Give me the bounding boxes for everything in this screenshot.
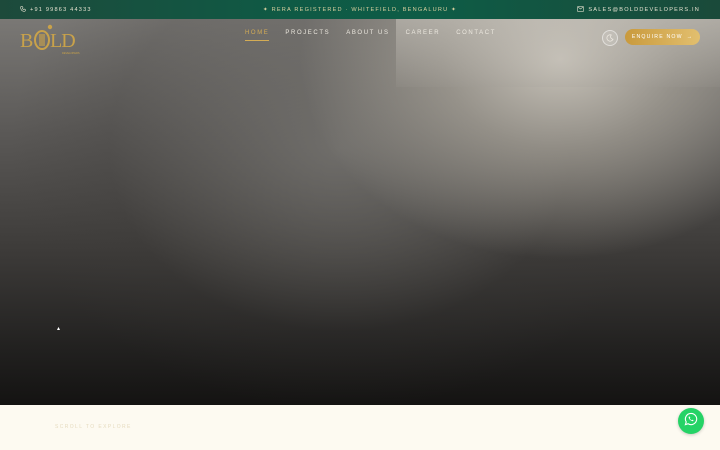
svg-text:B: B <box>20 30 33 52</box>
arrow-right-icon: → <box>686 34 694 40</box>
logo-subtext: DEVELOPERS <box>62 51 80 55</box>
enquire-label: ENQUIRE NOW <box>631 34 683 40</box>
theme-toggle-button[interactable] <box>602 30 618 46</box>
svg-text:LD: LD <box>50 30 75 52</box>
top-info-bar: +91 99863 44333 ✦ RERA REGISTERED · WHIT… <box>0 0 720 19</box>
nav-projects[interactable]: PROJECTS <box>285 30 330 41</box>
whatsapp-icon <box>684 412 698 431</box>
nav-home[interactable]: HOME <box>245 30 270 41</box>
rera-text: ✦ RERA REGISTERED · WHITEFIELD, BENGALUR… <box>263 6 457 13</box>
caret-up-icon: ▴ <box>57 326 61 332</box>
brand-logo[interactable]: B LD DEVELOPERS <box>20 22 90 56</box>
moon-icon <box>606 29 614 47</box>
enquire-now-button[interactable]: ENQUIRE NOW → <box>625 29 700 45</box>
whatsapp-button[interactable] <box>678 408 704 434</box>
scroll-to-explore-label: SCROLL TO EXPLORE <box>55 424 132 430</box>
mail-icon <box>577 5 585 14</box>
nav-contact[interactable]: CONTACT <box>456 30 496 41</box>
nav-about-us[interactable]: ABOUT US <box>346 30 389 41</box>
topbar-email[interactable]: SALES@BOLDDEVELOPERS.IN <box>577 0 700 19</box>
nav-career[interactable]: CAREER <box>406 30 441 41</box>
main-nav: HOME PROJECTS ABOUT US CAREER CONTACT <box>245 30 496 41</box>
hero-section <box>0 19 720 405</box>
email-address: SALES@BOLDDEVELOPERS.IN <box>588 6 700 13</box>
